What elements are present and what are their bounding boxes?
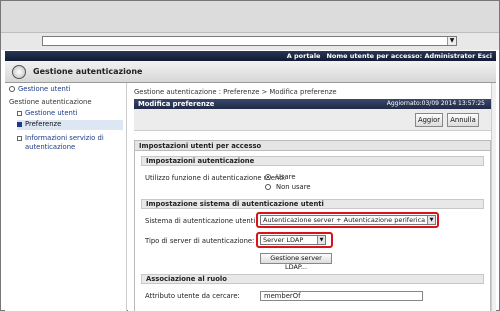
auth-system-label: Sistema di autenticazione utenti: — [145, 217, 258, 225]
app-header: Gestione autenticazione — [5, 61, 496, 83]
breadcrumb: Gestione autenticazione : Preferenze > M… — [134, 88, 337, 96]
server-type-select[interactable]: Server LDAP ▼ — [260, 235, 326, 245]
search-attribute-input[interactable]: memberOf — [260, 291, 423, 301]
address-field[interactable]: ▼ — [42, 36, 457, 46]
radio-use-label: Usare — [276, 173, 296, 181]
nav-item-auth-service-info-line2[interactable]: autenticazione — [25, 143, 75, 151]
nav-circle-icon — [9, 86, 15, 92]
nav-item-preferences[interactable]: Preferenze — [17, 120, 123, 130]
radio-not-use-label: Non usare — [276, 183, 311, 191]
chevron-down-icon: ▼ — [317, 236, 325, 244]
radio-not-use[interactable] — [265, 184, 271, 190]
ldap-server-management-button[interactable]: Gestione server LDAP... — [260, 253, 332, 271]
chevron-down-icon[interactable]: ▼ — [447, 37, 456, 45]
auth-system-header: Impostazione sistema di autenticazione u… — [141, 199, 484, 209]
nav-bullet-icon — [17, 110, 22, 116]
nav-item-user-management[interactable]: Gestione utenti — [9, 85, 70, 93]
panel-title: Modifica preferenze — [138, 100, 215, 108]
section-title: Impostazioni utenti per accesso — [135, 141, 490, 151]
logout-link[interactable]: Esci — [478, 52, 492, 60]
vertical-scrollbar[interactable] — [491, 83, 496, 311]
updated-timestamp: Aggiornato:03/09 2014 13:57:25 — [386, 100, 485, 107]
top-navigation-bar: A portale Nome utente per accesso: Admini… — [5, 51, 496, 61]
update-button[interactable]: Aggior — [415, 113, 443, 127]
radio-use[interactable] — [265, 174, 271, 180]
action-button-row: Aggior Annulla — [134, 109, 491, 131]
app-logo-icon — [12, 65, 26, 79]
search-attribute-label: Attributo utente da cercare: — [145, 292, 240, 300]
browser-toolbar — [1, 1, 499, 32]
browser-window: ▼ A portale Nome utente per accesso: Admi… — [0, 0, 500, 311]
chevron-down-icon: ▼ — [427, 216, 435, 224]
login-user-text: Nome utente per accesso: Administrator — [326, 52, 476, 60]
auth-settings-header: Impostazioni autenticazione — [141, 156, 484, 166]
role-association-header: Associazione al ruolo — [141, 274, 484, 284]
main-content: Gestione autenticazione : Preferenze > M… — [128, 83, 496, 311]
nav-item-user-management-sub[interactable]: Gestione utenti — [17, 109, 77, 117]
app-title: Gestione autenticazione — [33, 67, 143, 76]
panel-header: Modifica preferenze Aggiornato:03/09 201… — [134, 99, 491, 109]
nav-bullet-selected-icon — [17, 121, 22, 127]
left-navigation: Gestione utenti Gestione autenticazione … — [5, 83, 127, 311]
cancel-button[interactable]: Annulla — [447, 113, 479, 127]
auth-system-select[interactable]: Autenticazione server + Autenticazione p… — [260, 215, 436, 225]
nav-item-auth-service-info[interactable]: Informazioni servizio di — [17, 134, 104, 142]
server-type-label: Tipo di server di autenticazione: — [145, 237, 255, 245]
user-login-settings-section: Impostazioni utenti per accesso Impostaz… — [134, 140, 491, 311]
portal-link[interactable]: A portale — [287, 52, 321, 60]
nav-section-auth-management: Gestione autenticazione — [9, 98, 92, 106]
nav-bullet-icon — [17, 135, 22, 141]
